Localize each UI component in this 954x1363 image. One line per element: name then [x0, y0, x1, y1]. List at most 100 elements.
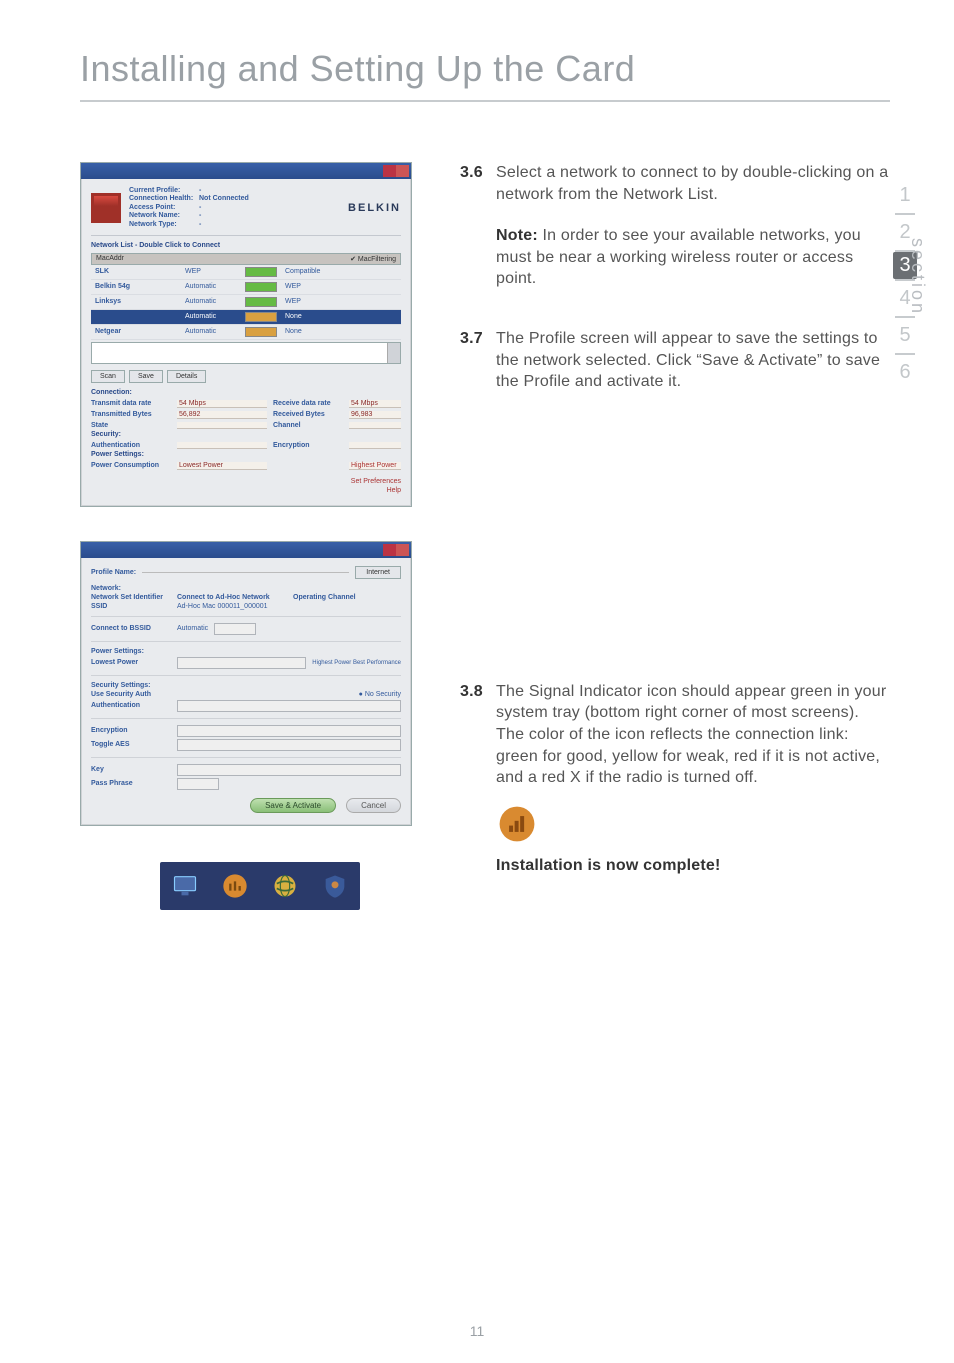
- monitor-icon: [168, 869, 202, 903]
- belkin-logo-icon: [91, 193, 121, 223]
- connection-section: Connection:: [91, 389, 401, 396]
- power-section: Power Settings:: [91, 451, 401, 458]
- col-header: MacAddr: [96, 255, 124, 262]
- section-nav: section 1 2 3 4 5 6: [890, 178, 920, 390]
- shield-icon: [318, 869, 352, 903]
- field-value: 96,983: [349, 411, 401, 419]
- network-list-title: Network List - Double Click to Connect: [91, 242, 401, 249]
- field-label: Authentication: [91, 442, 171, 449]
- info-value: -: [199, 204, 201, 212]
- field-label: Key: [91, 766, 171, 773]
- page-number: 11: [0, 1323, 954, 1339]
- field-label: Channel: [273, 422, 343, 429]
- window-titlebar: [81, 542, 411, 558]
- network-row[interactable]: Belkin 54g Automatic WEP: [91, 280, 401, 295]
- field-label: Use Security Auth: [91, 691, 171, 698]
- info-value: Not Connected: [199, 195, 249, 203]
- info-label: Connection Health:: [129, 195, 199, 203]
- field-value: 54 Mbps: [349, 400, 401, 408]
- field-label: Highest Power Best Performance: [312, 660, 401, 666]
- step-text: The Profile screen will appear to save t…: [496, 330, 880, 390]
- field-label: Connect to BSSID: [91, 625, 171, 632]
- step-text: Select a network to connect to by double…: [496, 164, 888, 203]
- section-label: section: [907, 238, 928, 316]
- title-rule: [80, 100, 890, 102]
- step-number: 3.6: [460, 162, 496, 290]
- details-button[interactable]: Details: [167, 370, 206, 383]
- field-value: 54 Mbps: [177, 400, 267, 408]
- field-label: Authentication: [91, 702, 171, 709]
- field-value: No Security: [365, 691, 401, 698]
- note-label: Note:: [496, 227, 538, 244]
- field-value: [177, 422, 267, 429]
- step-number: 3.8: [460, 681, 496, 877]
- network-row[interactable]: SLK WEP Compatible: [91, 265, 401, 280]
- network-row-selected[interactable]: Automatic None: [91, 310, 401, 325]
- field-label: Receive data rate: [273, 400, 343, 407]
- field-value: Lowest Power: [177, 462, 267, 470]
- brand-text: BELKIN: [348, 202, 401, 214]
- power-section: Power Settings:: [91, 648, 401, 655]
- info-label: Network Name:: [129, 212, 199, 220]
- network-list-scroll[interactable]: [91, 342, 401, 364]
- screenshot-client-utility: Current Profile:- Connection Health:Not …: [80, 162, 412, 507]
- field-label: Received Bytes: [273, 411, 343, 418]
- field-value: Highest Power: [349, 462, 401, 470]
- page-title: Installing and Setting Up the Card: [80, 48, 890, 90]
- field-label: Encryption: [91, 727, 171, 734]
- field-label: Operating Channel: [293, 594, 356, 601]
- field-value: [349, 442, 401, 449]
- field-label: Network Set Identifier: [91, 594, 171, 601]
- security-section: Security:: [91, 431, 401, 438]
- field-label: Transmitted Bytes: [91, 411, 171, 418]
- field-label: Transmit data rate: [91, 400, 171, 407]
- info-label: Network Type:: [129, 221, 199, 229]
- screenshot-edit-profile: Profile Name: Internet Network: Network …: [80, 541, 412, 826]
- network-list-header: MacAddr ✔ MacFiltering: [91, 253, 401, 265]
- security-section: Security Settings:: [91, 682, 401, 689]
- window-titlebar: [81, 163, 411, 179]
- field-label: Toggle AES: [91, 741, 171, 748]
- installation-complete: Installation is now complete!: [496, 855, 890, 877]
- field-label: Encryption: [273, 442, 343, 449]
- field-value: Automatic: [177, 625, 208, 632]
- section-num-1: 1: [892, 178, 918, 213]
- internet-button[interactable]: Internet: [355, 566, 401, 579]
- field-value: Ad-Hoc Mac 000011_000001: [177, 603, 268, 610]
- network-row[interactable]: Netgear Automatic None: [91, 325, 401, 340]
- step-3-7: 3.7 The Profile screen will appear to sa…: [460, 328, 890, 393]
- profile-name-label: Profile Name:: [91, 569, 136, 576]
- save-button[interactable]: Save: [129, 370, 163, 383]
- info-label: Access Point:: [129, 204, 199, 212]
- note-text: In order to see your available networks,…: [496, 227, 861, 287]
- signal-indicator-icon: [496, 803, 538, 845]
- section-num-6: 6: [892, 355, 918, 390]
- info-value: -: [199, 212, 201, 220]
- field-value: [349, 422, 401, 429]
- network-row[interactable]: Linksys Automatic WEP: [91, 295, 401, 310]
- network-section: Network:: [91, 585, 401, 592]
- section-num-5: 5: [892, 318, 918, 353]
- footer-link[interactable]: Help: [387, 487, 401, 494]
- field-label: Power Consumption: [91, 462, 171, 469]
- info-value: -: [199, 221, 201, 229]
- field-value: [177, 442, 267, 449]
- field-label: Lowest Power: [91, 659, 171, 666]
- info-value: -: [199, 187, 201, 195]
- scan-button[interactable]: Scan: [91, 370, 125, 383]
- signal-orange-icon: [218, 869, 252, 903]
- cancel-button[interactable]: Cancel: [346, 798, 401, 813]
- globe-icon: [268, 869, 302, 903]
- save-activate-button[interactable]: Save & Activate: [250, 798, 336, 813]
- systray-icons: [160, 862, 360, 910]
- field-label: SSID: [91, 603, 171, 610]
- field-value: 56,892: [177, 411, 267, 419]
- field-label: Connect to Ad-Hoc Network: [177, 594, 287, 601]
- step-text: The Signal Indicator icon should appear …: [496, 683, 886, 786]
- step-3-6: 3.6 Select a network to connect to by do…: [460, 162, 890, 290]
- field-label: State: [91, 422, 171, 429]
- step-number: 3.7: [460, 328, 496, 393]
- field-label: Pass Phrase: [91, 780, 171, 787]
- step-3-8: 3.8 The Signal Indicator icon should app…: [460, 681, 890, 877]
- footer-link[interactable]: Set Preferences: [351, 478, 401, 485]
